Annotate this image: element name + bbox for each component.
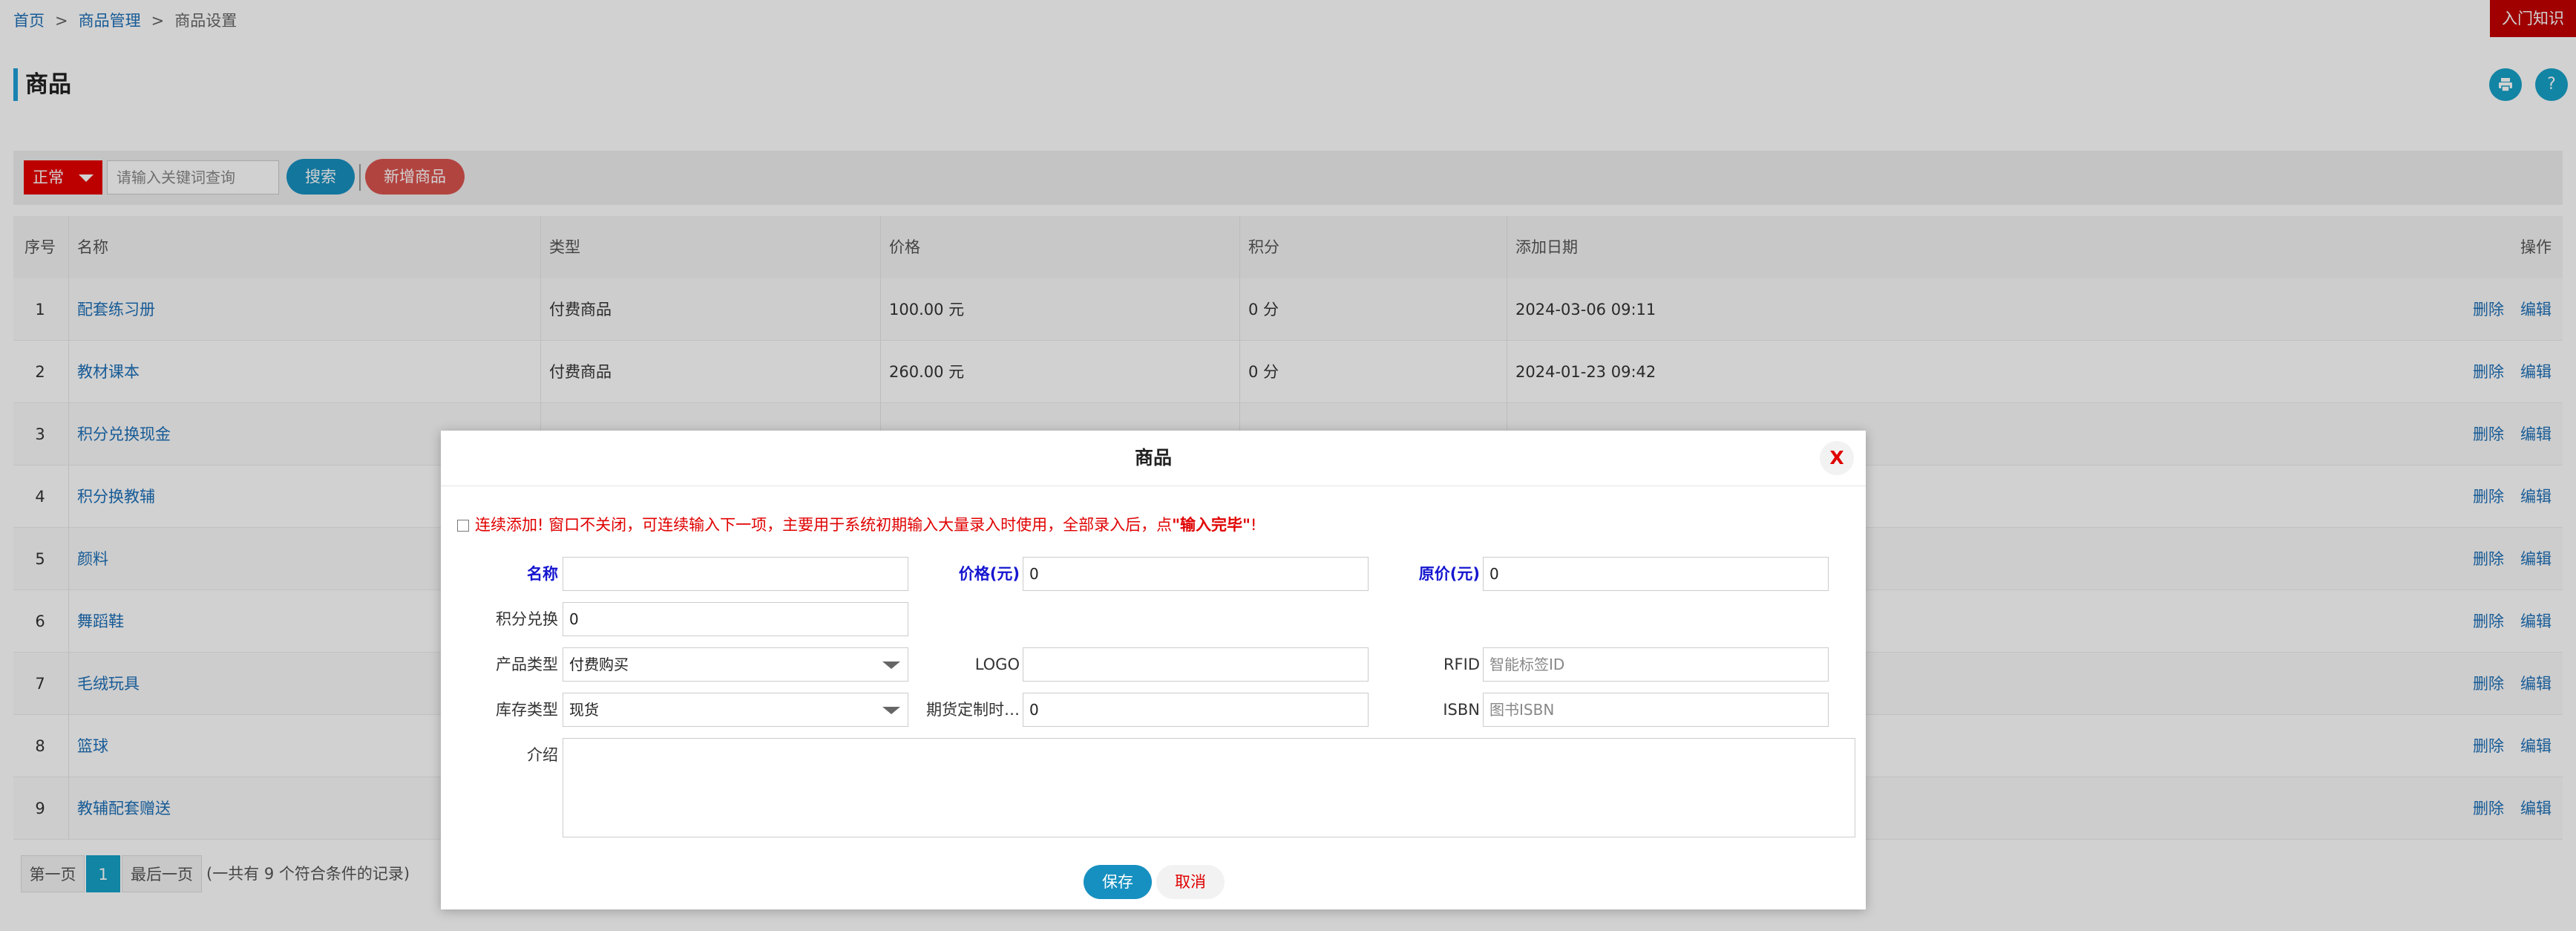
continuous-add-checkbox[interactable]	[457, 520, 469, 532]
notice-emphasis: "输入完毕"	[1172, 516, 1251, 534]
points-exchange-field[interactable]: 0	[563, 602, 908, 636]
page: 首页>商品管理>商品设置 入门知识 商品 ? 正常 搜索 新增商品 序号 名称 …	[0, 0, 2576, 931]
stock-type-label: 库存类型	[496, 701, 558, 719]
name-field[interactable]	[563, 557, 908, 591]
notice-suffix: !	[1250, 516, 1257, 534]
rfid-field[interactable]: 智能标签ID	[1483, 647, 1829, 682]
close-icon: X	[1829, 447, 1844, 468]
points-exchange-label: 积分兑换	[496, 610, 558, 628]
dialog-title: 商品	[1134, 447, 1172, 468]
product-type-select[interactable]: 付费购买	[563, 647, 908, 682]
stock-type-value: 现货	[569, 701, 599, 719]
product-type-label: 产品类型	[496, 656, 558, 673]
intro-label: 介绍	[527, 746, 558, 764]
continuous-add-notice: 连续添加! 窗口不关闭，可连续输入下一项，主要用于系统初期输入大量录入时使用，全…	[457, 512, 1256, 538]
original-price-field[interactable]: 0	[1483, 557, 1829, 591]
original-price-label: 原价(元)	[1418, 565, 1480, 583]
chevron-down-icon	[882, 707, 900, 714]
notice-text: 连续添加! 窗口不关闭，可连续输入下一项，主要用于系统初期输入大量录入时使用，全…	[475, 516, 1173, 534]
product-type-value: 付费购买	[569, 656, 629, 673]
intro-textarea[interactable]	[563, 738, 1855, 837]
name-label: 名称	[527, 565, 558, 583]
isbn-field[interactable]: 图书ISBN	[1483, 693, 1829, 727]
isbn-label: ISBN	[1443, 701, 1480, 719]
preorder-time-label: 期货定制时…	[926, 701, 1020, 719]
cancel-button[interactable]: 取消	[1156, 865, 1225, 899]
close-button[interactable]: X	[1820, 441, 1854, 475]
rfid-label: RFID	[1443, 656, 1480, 673]
chevron-down-icon	[882, 662, 900, 669]
price-label: 价格(元)	[958, 565, 1020, 583]
save-button[interactable]: 保存	[1084, 865, 1152, 899]
logo-field[interactable]	[1023, 647, 1369, 682]
dialog-header: 商品 X	[441, 431, 1866, 486]
preorder-time-field[interactable]: 0	[1023, 693, 1369, 727]
price-field[interactable]: 0	[1023, 557, 1369, 591]
logo-label: LOGO	[974, 656, 1020, 673]
stock-type-select[interactable]: 现货	[563, 693, 908, 727]
product-dialog: 商品 X 连续添加! 窗口不关闭，可连续输入下一项，主要用于系统初期输入大量录入…	[441, 431, 1866, 909]
